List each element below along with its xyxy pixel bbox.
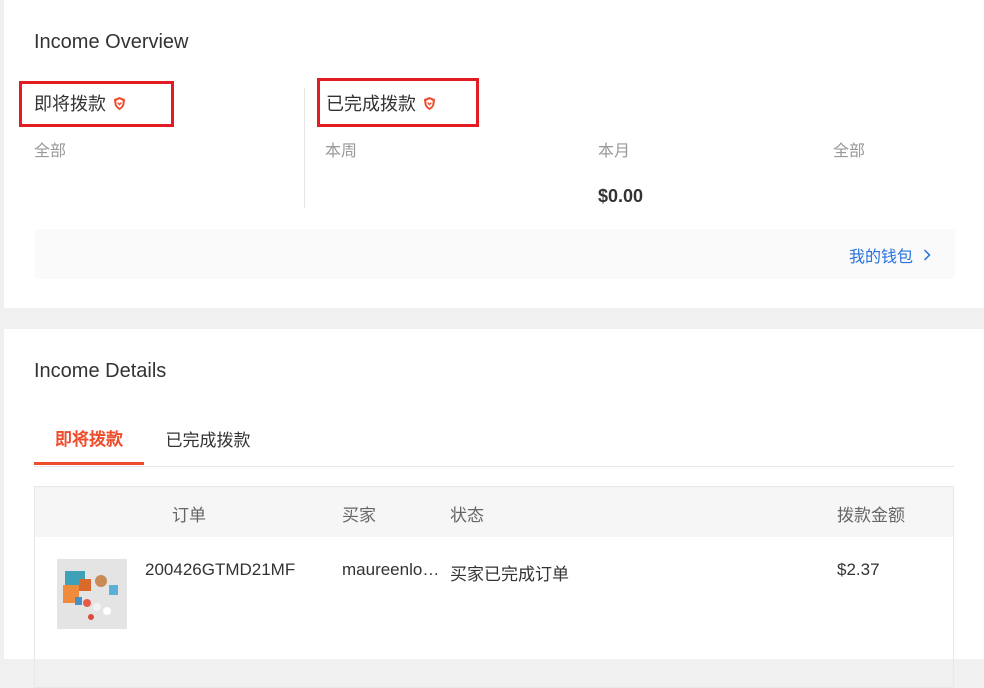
income-details-card: Income Details 即将拨款 已完成拨款 订单 买家 状态 拨款金额 — [4, 329, 984, 688]
tab-upcoming-payout[interactable]: 即将拨款 — [34, 412, 144, 465]
wallet-bar: 我的钱包 — [35, 229, 955, 279]
completed-month-amount: $0.00 — [598, 186, 644, 206]
completed-month-label: 本月 — [598, 143, 631, 160]
completed-payout-heading: 已完成拨款 — [326, 90, 437, 116]
column-buyer: 买家 — [342, 506, 376, 525]
income-details-title: Income Details — [34, 360, 167, 382]
shield-icon — [423, 96, 436, 110]
chevron-right-icon — [923, 249, 931, 261]
upcoming-payout-label: 即将拨款 — [34, 94, 106, 114]
shield-icon — [113, 96, 126, 110]
column-order: 订单 — [172, 506, 206, 525]
my-wallet-label: 我的钱包 — [848, 249, 913, 266]
completed-all-label: 全部 — [833, 143, 866, 160]
payout-amount: $2.37 — [837, 560, 880, 579]
my-wallet-link[interactable]: 我的钱包 — [849, 243, 931, 267]
income-overview-title: Income Overview — [34, 31, 189, 53]
overview-divider — [304, 88, 305, 208]
upcoming-all-label: 全部 — [34, 143, 67, 160]
table-row[interactable]: 200426GTMD21MF maureenlo… 买家已完成订单 $2.37 — [35, 538, 953, 638]
order-id[interactable]: 200426GTMD21MF — [145, 560, 295, 580]
completed-payout-label: 已完成拨款 — [326, 94, 416, 114]
tab-completed-payout[interactable]: 已完成拨款 — [154, 412, 262, 465]
product-image — [57, 559, 127, 629]
completed-week-label: 本周 — [325, 143, 358, 160]
order-status: 买家已完成订单 — [450, 565, 569, 584]
details-tabs: 即将拨款 已完成拨款 — [34, 412, 954, 467]
table-header: 订单 买家 状态 拨款金额 — [35, 487, 953, 537]
column-amount: 拨款金额 — [837, 506, 905, 525]
upcoming-payout-heading: 即将拨款 — [34, 90, 127, 116]
column-status: 状态 — [450, 506, 484, 525]
income-overview-card: Income Overview 即将拨款 全部 已完成拨款 本周 本月 全部 $… — [4, 0, 984, 308]
product-thumbnail[interactable] — [57, 559, 127, 629]
income-details-table: 订单 买家 状态 拨款金额 200426GTMD21MF maureenlo… … — [34, 486, 954, 688]
buyer-name: maureenlo… — [342, 560, 440, 579]
